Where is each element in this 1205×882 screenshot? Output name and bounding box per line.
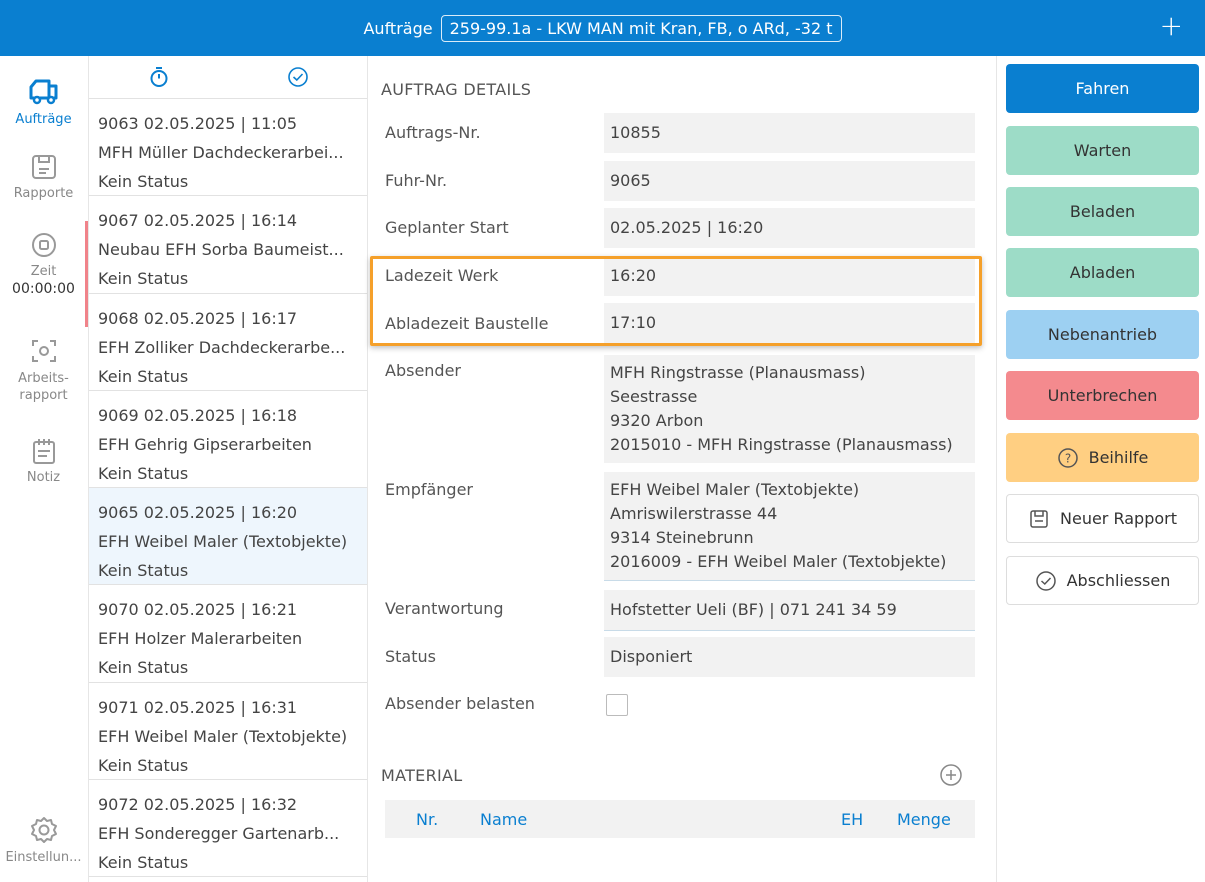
nav-label-einstellungen: Einstellun... [5, 850, 82, 865]
nav-item-notiz[interactable]: Notiz [0, 436, 87, 485]
absender-value: MFH Ringstrasse (Planausmass) Seestrasse… [604, 355, 975, 463]
nav-item-einstellungen[interactable]: Einstellun... [0, 814, 87, 865]
unterbrechen-button[interactable]: Unterbrechen [1006, 371, 1199, 420]
empfaenger-value: EFH Weibel Maler (Textobjekte) Amriswile… [604, 472, 975, 581]
gear-icon [30, 817, 57, 843]
nav-label-zeit: Zeit [30, 264, 57, 279]
start-label: Geplanter Start [385, 218, 509, 237]
order-list: 9063 02.05.2025 | 11:05 MFH Müller Dachd… [88, 56, 368, 882]
auftrags-nr-label: Auftrags-Nr. [385, 123, 481, 142]
nav-item-auftraege[interactable]: Aufträge [0, 74, 87, 127]
status-value: Disponiert [604, 637, 975, 677]
list-item[interactable]: 9069 02.05.2025 | 16:18 EFH Gehrig Gipse… [89, 391, 367, 489]
nav-label-auftraege: Aufträge [15, 112, 72, 127]
nav-label-rapporte: Rapporte [13, 186, 74, 201]
list-item[interactable]: 9071 02.05.2025 | 16:31 EFH Weibel Maler… [89, 683, 367, 781]
vehicle-selector[interactable]: 259-99.1a - LKW MAN mit Kran, FB, o ARd,… [440, 14, 842, 42]
nav-label-arbeitsrapport-1: Arbeits- [18, 371, 69, 386]
col-nr[interactable]: Nr. [416, 810, 438, 829]
list-item[interactable]: 9063 02.05.2025 | 11:05 MFH Müller Dachd… [89, 99, 367, 197]
check-circle-icon[interactable] [287, 66, 309, 88]
start-value: 02.05.2025 | 16:20 [604, 208, 975, 248]
material-title: MATERIAL [381, 766, 463, 785]
neuer-rapport-label: Neuer Rapport [1060, 509, 1177, 528]
fuhr-nr-label: Fuhr-Nr. [385, 171, 448, 190]
action-panel: Fahren Warten Beladen Abladen Nebenantri… [996, 56, 1205, 882]
top-bar-title: Aufträge [363, 18, 433, 38]
plus-icon[interactable]: + [1160, 12, 1183, 40]
list-filter-bar [89, 56, 367, 99]
timer-display: 00:00:00 [12, 281, 75, 297]
help-icon: ? [1057, 447, 1079, 469]
scan-icon [31, 340, 56, 362]
abschliessen-label: Abschliessen [1066, 571, 1171, 590]
check-circle-icon [1035, 570, 1057, 592]
empfaenger-label: Empfänger [385, 480, 474, 499]
verantwortung-label: Verantwortung [385, 599, 504, 618]
report-icon [1028, 508, 1050, 530]
list-item[interactable]: 9072 02.05.2025 | 16:32 EFH Sonderegger … [89, 780, 367, 878]
warten-button[interactable]: Warten [1006, 126, 1199, 175]
status-label: Status [385, 647, 436, 666]
absender-label: Absender [385, 361, 461, 380]
svg-text:?: ? [1064, 451, 1070, 465]
fahren-button[interactable]: Fahren [1006, 64, 1199, 113]
neuer-rapport-button[interactable]: Neuer Rapport [1006, 494, 1199, 543]
list-item[interactable]: 9070 02.05.2025 | 16:21 EFH Holzer Maler… [89, 585, 367, 683]
add-circle-icon[interactable] [939, 763, 963, 787]
verantwortung-value: Hofstetter Ueli (BF) | 071 241 34 59 [604, 590, 975, 631]
left-nav: Aufträge Rapporte Zeit 00:00:00 Arbeits-… [0, 56, 87, 882]
notepad-icon [32, 439, 55, 464]
list-item[interactable]: 9068 02.05.2025 | 16:17 EFH Zolliker Dac… [89, 294, 367, 391]
col-eh[interactable]: EH [841, 810, 863, 829]
material-table-header: Nr. Name EH Menge [385, 800, 975, 838]
nav-item-arbeitsrapport[interactable]: Arbeits- rapport [0, 336, 87, 404]
list-item[interactable]: 9067 02.05.2025 | 16:14 Neubau EFH Sorba… [89, 196, 367, 294]
details-title: AUFTRAG DETAILS [381, 80, 532, 99]
abschliessen-button[interactable]: Abschliessen [1006, 556, 1199, 605]
list-item-selected[interactable]: 9065 02.05.2025 | 16:20 EFH Weibel Maler… [89, 488, 367, 586]
stopwatch-icon[interactable] [148, 66, 170, 88]
nav-item-zeit[interactable]: Zeit 00:00:00 [0, 230, 87, 297]
absender-belasten-checkbox[interactable] [606, 694, 628, 716]
report-icon [31, 155, 56, 179]
fuhr-nr-value: 9065 [604, 161, 975, 201]
abladen-button[interactable]: Abladen [1006, 248, 1199, 297]
top-bar: Aufträge 259-99.1a - LKW MAN mit Kran, F… [0, 0, 1205, 56]
highlight-box [370, 256, 982, 346]
belasten-label: Absender belasten [385, 694, 535, 713]
beihilfe-button[interactable]: ? Beihilfe [1006, 433, 1199, 482]
auftrags-nr-value: 10855 [604, 113, 975, 153]
stop-icon [31, 233, 56, 257]
beihilfe-label: Beihilfe [1088, 448, 1149, 467]
col-menge[interactable]: Menge [897, 810, 951, 829]
nebenantrieb-button[interactable]: Nebenantrieb [1006, 310, 1199, 359]
beladen-button[interactable]: Beladen [1006, 187, 1199, 236]
truck-icon [29, 79, 57, 105]
nav-label-arbeitsrapport-2: rapport [19, 388, 68, 403]
nav-label-notiz: Notiz [26, 470, 61, 485]
order-details: AUFTRAG DETAILS Auftrags-Nr. 10855 Fuhr-… [369, 56, 996, 882]
nav-item-rapporte[interactable]: Rapporte [0, 152, 87, 201]
col-name[interactable]: Name [480, 810, 527, 829]
